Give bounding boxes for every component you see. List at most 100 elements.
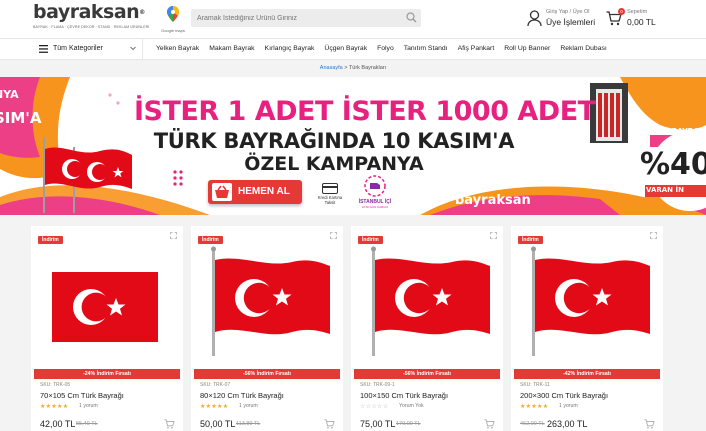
- account-title: Üye İşlemleri: [546, 17, 596, 27]
- add-to-cart-icon[interactable]: [324, 419, 335, 429]
- product-image[interactable]: [516, 246, 658, 366]
- add-to-cart-icon[interactable]: [164, 419, 175, 429]
- product-name[interactable]: 70×105 Cm Türk Bayrağı: [40, 391, 124, 400]
- nav-item-yelken-bayrak[interactable]: Yelken Bayrak: [156, 45, 199, 52]
- logo-registered: ®: [139, 9, 145, 16]
- discount-bar: -24% İndirim Fırsatı: [34, 369, 180, 379]
- review-count: Yorum Yok: [399, 403, 424, 409]
- all-categories-dropdown[interactable]: Tüm Kategoriler: [31, 39, 143, 59]
- google-maps-link[interactable]: Google maps: [160, 6, 186, 34]
- product-price: 263,00 TL: [547, 419, 588, 429]
- logo-tagline: BAYRAK · FLAMA · ÇEVRE DEKOR · STAND · R…: [33, 25, 150, 29]
- buy-now-button[interactable]: HEMEN AL: [208, 180, 302, 204]
- old-price: 462,00 TL: [520, 421, 545, 427]
- istanbul-subtext: AYNI GÜN KARGO: [362, 205, 388, 209]
- banner-right-label: TÜRK BAYRA: [646, 127, 700, 136]
- search-icon[interactable]: [406, 12, 417, 23]
- product-name[interactable]: 200×300 Cm Türk Bayrağı: [520, 391, 608, 400]
- google-maps-label: Google maps: [161, 28, 185, 33]
- discount-tag: İndirim: [198, 236, 223, 244]
- expand-icon[interactable]: [330, 232, 337, 239]
- star-rating: ☆☆☆☆☆: [360, 404, 389, 410]
- banner-left-word1: NYA: [0, 88, 19, 101]
- product-price: 75,00 TL: [360, 419, 396, 429]
- nav-item-makam-bayrak[interactable]: Makam Bayrak: [209, 45, 254, 52]
- discount-tag: İndirim: [358, 236, 383, 244]
- nav-item-folyo[interactable]: Folyo: [377, 45, 394, 52]
- product-name[interactable]: 100×150 Cm Türk Bayrağı: [360, 391, 448, 400]
- expand-icon[interactable]: [170, 232, 177, 239]
- flag-on-pole-image: [211, 246, 330, 356]
- product-card[interactable]: İndirim -42% İndirim Fırsatı SKU: TRK-11…: [511, 226, 663, 431]
- cart-button[interactable]: 0 Sepetim 0,00 TL: [606, 8, 696, 30]
- discount-bar: -56% İndirim Fırsatı: [194, 369, 340, 379]
- site-header: bayraksan® BAYRAK · FLAMA · ÇEVRE DEKOR …: [0, 0, 706, 38]
- delivery-badge-icon: [364, 175, 386, 197]
- all-categories-label: Tüm Kategoriler: [53, 45, 103, 52]
- logo-text: bayraksan: [33, 1, 140, 23]
- review-count: 1 yorum: [79, 403, 98, 409]
- banner-left-fragment: NYA SIM'A: [0, 77, 50, 177]
- flag-on-pole-image: [531, 246, 650, 356]
- cart-count-badge: 0: [618, 8, 625, 15]
- banner-discount-note: VARAN İN: [646, 186, 684, 194]
- product-sku: SKU: TRK-05: [40, 382, 71, 388]
- product-price: 42,00 TL: [40, 419, 76, 429]
- nav-item-roll-up-banner[interactable]: Roll Up Banner: [504, 45, 550, 52]
- istanbul-same-day-badge: İSTANBUL İÇİ AYNI GÜN KARGO: [350, 175, 400, 209]
- discount-bar: -56% İndirim Fırsatı: [354, 369, 500, 379]
- star-rating: ★★★★★: [200, 404, 229, 410]
- banner-campaign-text: ÖZEL KAMPANYA: [244, 153, 424, 175]
- expand-icon[interactable]: [490, 232, 497, 239]
- main-nav: Tüm Kategoriler Yelken Bayrak Makam Bayr…: [0, 38, 706, 60]
- old-price: 55,49 TL: [76, 421, 98, 427]
- banner-left-word2: SIM'A: [0, 109, 42, 127]
- credit-card-icon: [322, 183, 338, 194]
- star-rating: ★★★★★: [40, 404, 69, 410]
- nav-item-afis-pankart[interactable]: Afiş Pankart: [458, 45, 495, 52]
- credit-card-text: Kredi Kartına Taksit: [317, 195, 343, 205]
- add-to-cart-icon[interactable]: [644, 419, 655, 429]
- product-card[interactable]: İndirim -56% İndirim Fırsatı SKU: TRK-09…: [351, 226, 503, 431]
- nav-item-reklam-dubasi[interactable]: Reklam Dubası: [560, 45, 606, 52]
- chevron-down-icon: [130, 46, 136, 51]
- search-input[interactable]: [197, 9, 402, 27]
- product-sku: SKU: TRK-09-1: [360, 382, 395, 388]
- search-bar: [191, 9, 421, 27]
- product-sku: SKU: TRK-07: [200, 382, 231, 388]
- product-card[interactable]: İndirim -24% İndirim Fırsatı SKU: TRK-05…: [31, 226, 183, 431]
- campaign-banner[interactable]: NYA SIM'A İSTER 1 ADET İSTER 1000 ADET T…: [0, 77, 706, 215]
- account-login-text: Giriş Yap / Üye Ol: [546, 9, 590, 15]
- add-to-cart-icon[interactable]: [484, 419, 495, 429]
- banner-discount-percent: %40: [640, 147, 706, 182]
- nav-item-tanitim-standi[interactable]: Tanıtım Standı: [404, 45, 448, 52]
- discount-tag: İndirim: [38, 236, 63, 244]
- expand-icon[interactable]: [650, 232, 657, 239]
- old-price: 113,89 TL: [236, 421, 261, 427]
- turkish-flag-image: [52, 272, 158, 342]
- user-icon: [527, 10, 542, 27]
- menu-icon: [39, 45, 48, 53]
- product-image[interactable]: [356, 246, 498, 366]
- banner-subheadline: TÜRK BAYRAĞINDA 10 KASIM'A: [153, 129, 515, 153]
- cart-total: 0,00 TL: [627, 17, 656, 27]
- product-sku: SKU: TRK-11: [520, 382, 550, 388]
- review-count: 1 yorum: [239, 403, 258, 409]
- review-count: 1 yorum: [559, 403, 578, 409]
- credit-card-installment: Kredi Kartına Taksit: [314, 183, 346, 205]
- breadcrumb: Anasayfa > Türk Bayrakları: [0, 65, 706, 71]
- breadcrumb-home[interactable]: Anasayfa: [320, 65, 343, 71]
- nav-item-kirlangic-bayrak[interactable]: Kırlangıç Bayrak: [265, 45, 315, 52]
- star-rating: ★★★★★: [520, 404, 549, 410]
- nav-item-ucgen-bayrak[interactable]: Üçgen Bayrak: [324, 45, 367, 52]
- banner-logo: bayraksan: [455, 193, 531, 208]
- product-name[interactable]: 80×120 Cm Türk Bayrağı: [200, 391, 284, 400]
- product-image[interactable]: [36, 246, 178, 366]
- discount-bar: -42% İndirim Fırsatı: [514, 369, 660, 379]
- product-card[interactable]: İndirim -56% İndirim Fırsatı SKU: TRK-07…: [191, 226, 343, 431]
- account-menu[interactable]: Giriş Yap / Üye Ol Üye İşlemleri: [527, 8, 607, 30]
- site-logo[interactable]: bayraksan® BAYRAK · FLAMA · ÇEVRE DEKOR …: [33, 3, 153, 35]
- cart-label: Sepetim: [627, 9, 648, 15]
- product-image[interactable]: [196, 246, 338, 366]
- product-price: 50,00 TL: [200, 419, 236, 429]
